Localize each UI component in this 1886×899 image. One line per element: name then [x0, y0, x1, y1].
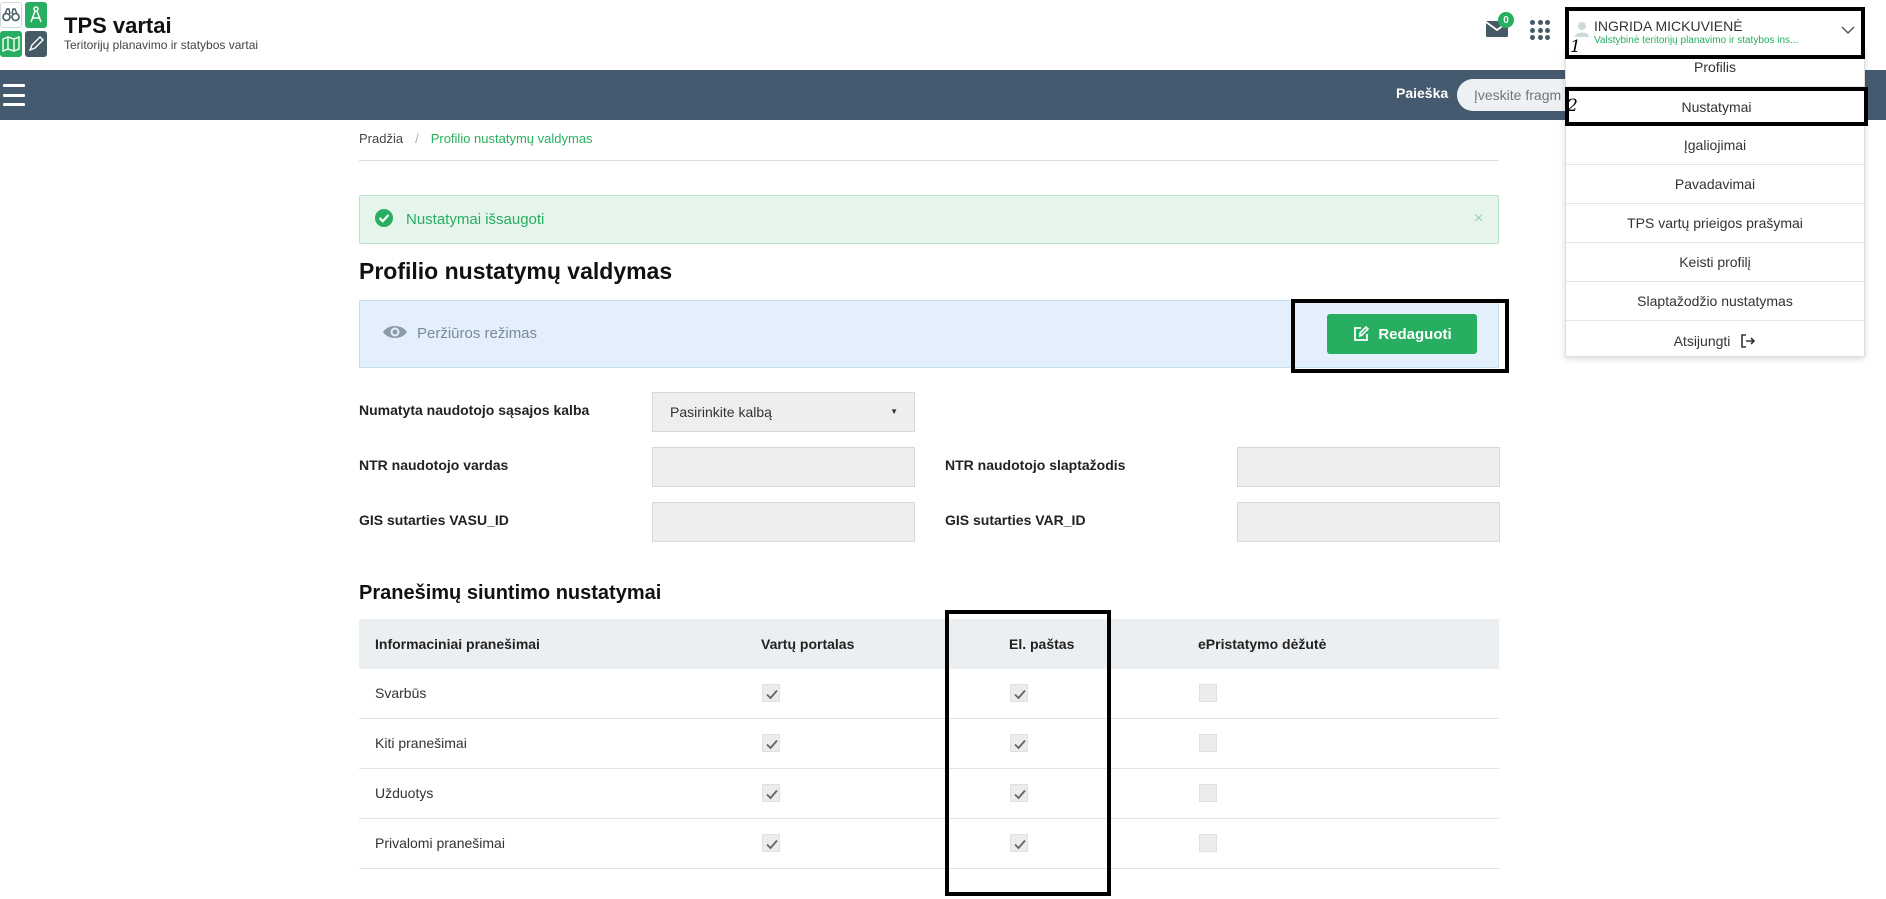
edit-button[interactable]: Redaguoti	[1327, 314, 1477, 354]
user-avatar-icon	[1575, 22, 1589, 37]
table-row: Svarbūs	[359, 669, 1499, 719]
view-mode-label: Peržiūros režimas	[417, 325, 538, 342]
ebox-checkbox[interactable]	[1199, 784, 1217, 802]
row-label: Privalomi pranešimai	[375, 835, 505, 851]
breadcrumb-divider	[359, 160, 1499, 161]
portal-checkbox[interactable]	[762, 734, 780, 752]
user-name: INGRIDA MICKUVIENĖ	[1594, 18, 1743, 34]
row-label: Užduotys	[375, 785, 434, 801]
table-row: Užduotys	[359, 769, 1499, 819]
map-icon	[0, 31, 22, 57]
search-label: Paieška	[1396, 85, 1449, 101]
pencil-icon	[25, 31, 47, 57]
portal-checkbox[interactable]	[762, 784, 780, 802]
annotation-1: 1	[1570, 37, 1581, 57]
apps-grid-icon[interactable]	[1530, 20, 1550, 40]
logout-label: Atsijungti	[1673, 332, 1731, 349]
search-input[interactable]	[1457, 79, 1577, 111]
brand-title: TPS vartai	[64, 13, 172, 38]
user-dropdown-menu: Profilis Nustatymai Įgaliojimai Pavadavi…	[1565, 47, 1868, 360]
user-profile-toggle[interactable]: INGRIDA MICKUVIENĖ Valstybinė teritorijų…	[1565, 7, 1865, 59]
chevron-down-icon	[1841, 26, 1855, 35]
ebox-checkbox[interactable]	[1199, 684, 1217, 702]
tps-logo[interactable]	[0, 2, 50, 58]
gis-var-field[interactable]	[1237, 502, 1500, 542]
menu-item-password-settings[interactable]: Slaptažodžio nustatymas	[1566, 282, 1864, 321]
column-header-info: Informaciniai pranešimai	[375, 636, 540, 652]
language-select-value: Pasirinkite kalbą	[670, 404, 772, 420]
menu-hamburger-icon[interactable]	[3, 84, 25, 106]
table-row: Privalomi pranešimai	[359, 819, 1499, 869]
annotation-2: 2	[1567, 96, 1578, 116]
logout-icon	[1741, 333, 1756, 348]
column-header-ebox: ePristatymo dėžutė	[1198, 636, 1327, 652]
portal-checkbox[interactable]	[762, 684, 780, 702]
table-row: Kiti pranešimai	[359, 719, 1499, 769]
row-label: Kiti pranešimai	[375, 735, 467, 751]
mail-count-badge: 0	[1498, 12, 1514, 28]
gis-vasu-field[interactable]	[652, 502, 915, 542]
ntr-username-label: NTR naudotojo vardas	[359, 457, 509, 473]
ebox-checkbox[interactable]	[1199, 834, 1217, 852]
menu-item-logout[interactable]: Atsijungti	[1566, 321, 1864, 360]
breadcrumb-current: Profilio nustatymų valdymas	[430, 131, 593, 146]
binoculars-icon	[0, 2, 22, 28]
language-select[interactable]: Pasirinkite kalbą ▼	[652, 392, 915, 432]
compass-icon	[25, 2, 47, 28]
edit-button-label: Redaguoti	[1378, 325, 1452, 343]
notifications-section-title: Pranešimų siuntimo nustatymai	[359, 582, 662, 604]
menu-item-igaliojimai[interactable]: Įgaliojimai	[1566, 126, 1864, 165]
portal-checkbox[interactable]	[762, 834, 780, 852]
success-alert: Nustatymai išsaugoti ×	[359, 195, 1499, 244]
user-organization: Valstybinė teritorijų planavimo ir staty…	[1594, 35, 1799, 46]
menu-item-nustatymai[interactable]: Nustatymai	[1565, 87, 1868, 126]
brand-subtitle: Teritorijų planavimo ir statybos vartai	[64, 38, 259, 52]
close-icon[interactable]: ×	[1474, 210, 1483, 228]
gis-vasu-label: GIS sutarties VASU_ID	[359, 512, 509, 528]
column-header-portal: Vartų portalas	[761, 636, 855, 652]
ntr-password-label: NTR naudotojo slaptažodis	[945, 457, 1126, 473]
breadcrumb-separator: /	[415, 131, 419, 146]
ntr-username-field[interactable]	[652, 447, 915, 487]
email-checkbox[interactable]	[1010, 684, 1028, 702]
check-circle-icon	[375, 209, 393, 227]
ntr-password-field[interactable]	[1237, 447, 1500, 487]
menu-item-change-profile[interactable]: Keisti profilį	[1566, 243, 1864, 282]
breadcrumb-home[interactable]: Pradžia	[359, 131, 403, 146]
ebox-checkbox[interactable]	[1199, 734, 1217, 752]
gis-var-label: GIS sutarties VAR_ID	[945, 512, 1086, 528]
page-title: Profilio nustatymų valdymas	[359, 258, 673, 284]
email-checkbox[interactable]	[1010, 734, 1028, 752]
language-label: Numatyta naudotojo sąsajos kalba	[359, 402, 590, 418]
menu-item-access-requests[interactable]: TPS vartų prieigos prašymai	[1566, 204, 1864, 243]
row-label: Svarbūs	[375, 685, 427, 701]
alert-message: Nustatymai išsaugoti	[406, 211, 545, 228]
breadcrumb: Pradžia / Profilio nustatymų valdymas	[359, 131, 593, 146]
menu-item-pavadavimai[interactable]: Pavadavimai	[1566, 165, 1864, 204]
edit-icon	[1354, 325, 1370, 341]
caret-down-icon: ▼	[890, 407, 898, 416]
annotation-frame-4	[945, 610, 1111, 896]
email-checkbox[interactable]	[1010, 784, 1028, 802]
email-checkbox[interactable]	[1010, 834, 1028, 852]
eye-icon	[383, 326, 407, 338]
